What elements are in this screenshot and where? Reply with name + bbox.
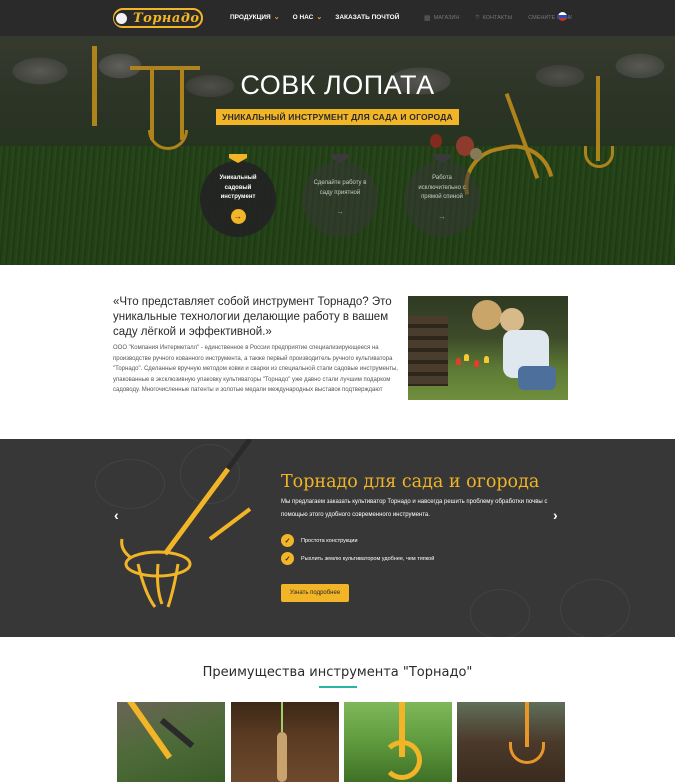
nav-item-label: ПРОДУКЦИЯ xyxy=(230,13,271,21)
learn-more-button[interactable]: Узнать подробнее xyxy=(281,584,349,602)
feature-pointer-icon xyxy=(229,154,247,163)
chevron-down-icon: ⌄ xyxy=(273,14,280,21)
tornado-logo-icon xyxy=(114,10,129,26)
location-pin-icon: ⌾ xyxy=(475,14,480,21)
advantages-title: Преимущества инструмента "Торнадо" xyxy=(202,665,473,680)
check-text: Простота конструкции xyxy=(301,537,358,544)
feature-text: Работа исключительно с прямой спиной xyxy=(418,175,466,201)
hero-title: СОВК ЛОПАТА xyxy=(240,70,435,100)
photo-tulip xyxy=(456,358,461,365)
hero-banner: СОВК ЛОПАТА УНИКАЛЬНЫЙ ИНСТРУМЕНТ ДЛЯ СА… xyxy=(0,36,675,265)
nav-item-label: О НАС xyxy=(292,13,314,21)
advantage-card-1[interactable] xyxy=(117,702,225,782)
nav-item-order-by-mail[interactable]: ЗАКАЗАТЬ ПОЧТОЙ xyxy=(335,13,399,21)
nav-item-label: ЗАКАЗАТЬ ПОЧТОЙ xyxy=(335,13,400,21)
top-navigation-bar: Торнадо ПРОДУКЦИЯ ⌄ О НАС ⌄ ЗАКАЗАТЬ ПОЧ… xyxy=(0,0,675,36)
advantage-card-3[interactable] xyxy=(344,702,452,782)
slide-title: Торнадо для сада и огорода xyxy=(281,472,540,492)
arrow-right-icon[interactable]: → xyxy=(333,204,348,219)
about-text: ООО "Компания Интерметалл" - единственно… xyxy=(113,345,398,393)
photo-child xyxy=(500,308,524,332)
arrow-right-icon[interactable]: → xyxy=(230,208,246,224)
product-slider: ‹ › Торнадо для сада и огорода Мы предла… xyxy=(0,439,675,637)
check-text: Рыхлить землю культиватором удобнее, чем… xyxy=(301,555,435,562)
about-photo xyxy=(408,296,568,400)
arrow-right-icon[interactable]: → xyxy=(435,209,450,224)
hero-subtitle: УНИКАЛЬНЫЙ ИНСТРУМЕНТ ДЛЯ САДА И ОГОРОДА xyxy=(216,109,459,125)
nav-item-about[interactable]: О НАС ⌄ xyxy=(292,13,323,22)
russia-flag-icon[interactable] xyxy=(558,12,567,21)
chevron-down-icon: ⌄ xyxy=(316,14,323,21)
photo-tulip xyxy=(464,354,469,361)
shop-link-label: МАГАЗИН xyxy=(433,15,460,21)
feature-pointer-icon xyxy=(433,154,451,163)
background-doodle xyxy=(560,579,630,637)
title-underline xyxy=(319,686,357,688)
feature-text: Сделайте работу в саду приятной xyxy=(313,179,367,196)
photo-child xyxy=(472,300,502,330)
nav-item-products[interactable]: ПРОДУКЦИЯ ⌄ xyxy=(230,13,280,22)
check-icon: ✓ xyxy=(281,552,294,565)
sprout xyxy=(281,702,283,732)
tool-tines xyxy=(509,742,545,764)
tool-handle xyxy=(525,702,529,747)
photo-jeans xyxy=(518,366,556,390)
photo-fence xyxy=(408,316,448,386)
check-icon: ✓ xyxy=(281,534,294,547)
background-doodle xyxy=(470,589,530,637)
advantage-card-2[interactable] xyxy=(231,702,339,782)
feature-check-item: ✓ Рыхлить землю культиватором удобнее, ч… xyxy=(281,552,434,565)
feature-circle-3[interactable]: Работа исключительно с прямой спиной → xyxy=(404,154,480,237)
contacts-link-label: КОНТАКТЫ xyxy=(482,15,513,21)
root xyxy=(277,732,287,782)
utility-links: ▦ МАГАЗИН ⌾ КОНТАКТЫ СМЕНИТЕ ЯЗЫК xyxy=(424,14,572,22)
shop-link[interactable]: ▦ МАГАЗИН xyxy=(424,14,459,22)
advantage-card-4[interactable] xyxy=(457,702,565,782)
cultivator-image xyxy=(120,439,253,608)
feature-pointer-icon xyxy=(331,154,349,163)
tool-blade xyxy=(159,717,195,749)
feature-circle-2[interactable]: Сделайте работу в саду приятной → xyxy=(302,154,378,237)
main-nav: ПРОДУКЦИЯ ⌄ О НАС ⌄ ЗАКАЗАТЬ ПОЧТОЙ xyxy=(230,13,399,22)
logo[interactable]: Торнадо xyxy=(113,8,203,28)
logo-text: Торнадо xyxy=(133,10,200,26)
photo-tulip xyxy=(484,356,489,363)
feature-circle-1[interactable]: Уникальный садовый инструмент → xyxy=(200,154,276,237)
feature-text: Уникальный садовый инструмент xyxy=(219,175,257,201)
contacts-link[interactable]: ⌾ КОНТАКТЫ xyxy=(475,14,512,22)
feature-check-item: ✓ Простота конструкции xyxy=(281,534,358,547)
tool-handle xyxy=(127,702,173,760)
about-heading: «Что представляет собой инструмент Торна… xyxy=(113,296,392,338)
photo-tulip xyxy=(474,360,479,367)
shop-icon: ▦ xyxy=(424,15,431,22)
slide-description: Мы предлагаем заказать культиватор Торна… xyxy=(281,499,548,518)
tool-tines xyxy=(382,740,422,780)
